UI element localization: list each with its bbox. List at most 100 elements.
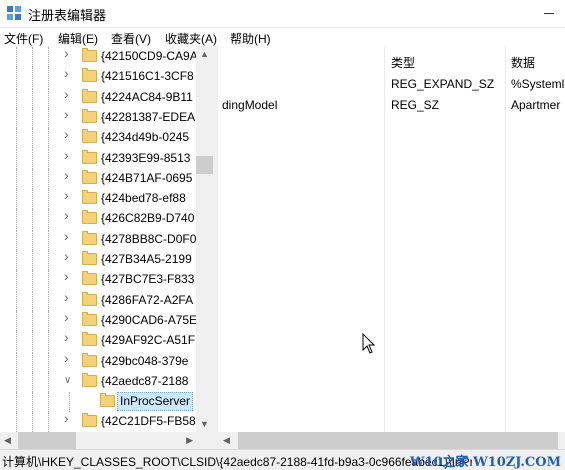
minimize-button[interactable] [519, 0, 565, 27]
tree-node[interactable]: › {427B34A5-2199 [0, 249, 196, 270]
tree-guide-line [48, 270, 50, 290]
value-type[interactable]: REG_EXPAND_SZ [391, 77, 494, 91]
tree-guide-line [16, 47, 18, 67]
tree-node[interactable]: › {429AF92C-A51F [0, 330, 196, 351]
tree-guide-line [32, 392, 34, 412]
scroll-left-icon[interactable]: ◀ [4, 435, 11, 446]
menu-favorites[interactable]: 收藏夹(A) [165, 30, 217, 47]
tree-guide-line [16, 372, 18, 392]
tree-horizontal-scrollbar[interactable]: ◀ ▶ [0, 432, 213, 449]
chevron-right-icon[interactable]: › [64, 269, 74, 283]
value-data[interactable]: %Systeml [511, 77, 564, 91]
title-bar[interactable]: 注册表编辑器 [0, 0, 565, 28]
column-divider[interactable] [505, 46, 506, 432]
menu-file[interactable]: 文件(F) [4, 30, 43, 47]
tree-node-label: {424B71AF-0695 [101, 171, 193, 185]
tree-node[interactable]: › {42150CD9-CA9A [0, 46, 196, 67]
chevron-right-icon[interactable]: › [64, 330, 74, 344]
tree-node[interactable]: › {4224AC84-9B11 [0, 87, 196, 108]
tree-guide-line [16, 331, 18, 351]
tree-node[interactable]: › {429bc048-379e [0, 351, 196, 372]
minimize-icon [544, 13, 554, 14]
chevron-down-icon[interactable]: ∨ [64, 376, 74, 386]
folder-icon [82, 332, 97, 346]
tree-node-label: {427B34A5-2199 [101, 252, 192, 266]
tree-node[interactable]: › {4286FA72-A2FA [0, 290, 196, 311]
tree-guide-line [48, 108, 50, 128]
tree-guide-line [32, 108, 34, 128]
tree-node[interactable]: › {42281387-EDEA [0, 107, 196, 128]
tree-node-label: {42150CD9-CA9A [101, 49, 196, 63]
scroll-left-icon[interactable]: ◀ [223, 435, 230, 446]
tree-horizontal-scroll-thumb[interactable] [18, 432, 76, 449]
tree-node[interactable]: › {424B71AF-0695 [0, 168, 196, 189]
chevron-right-icon[interactable]: › [64, 351, 74, 365]
tree-vertical-scrollbar[interactable]: ▲ ▼ [196, 46, 213, 432]
chevron-right-icon[interactable]: › [64, 148, 74, 162]
tree-node-label: {42aedc87-2188 [101, 374, 189, 388]
tree-node[interactable]: › {4278BB8C-D0F0 [0, 229, 196, 250]
scroll-down-icon[interactable]: ▼ [200, 419, 209, 429]
tree-node[interactable]: › {424bed78-ef88 [0, 188, 196, 209]
values-horizontal-scroll-thumb[interactable] [238, 432, 558, 449]
registry-tree[interactable]: › {42150CD9-CA9A › {421516C1-3CF8 › {4224AC84… [0, 46, 213, 432]
tree-node[interactable]: › {42C21DF5-FB58 [0, 411, 196, 432]
tree-node[interactable]: › {4234d49b-0245 [0, 127, 196, 148]
tree-guide-line [32, 352, 34, 372]
regedit-app-icon [7, 6, 21, 20]
folder-icon [82, 190, 97, 204]
menu-view[interactable]: 查看(V) [111, 30, 151, 47]
tree-guide-line [16, 88, 18, 108]
tree-guide-line [16, 169, 18, 189]
scroll-up-icon[interactable]: ▲ [200, 49, 209, 59]
chevron-right-icon[interactable]: › [64, 66, 74, 80]
chevron-right-icon[interactable]: › [64, 290, 74, 304]
status-path: 计算机\HKEY_CLASSES_ROOT\CLSID\{42aedc87-21… [2, 455, 472, 469]
chevron-right-icon[interactable]: › [64, 208, 74, 222]
tree-node[interactable]: › {426C82B9-D740 [0, 208, 196, 229]
chevron-right-icon[interactable]: › [64, 310, 74, 324]
tree-guide-line [32, 270, 34, 290]
tree-node[interactable]: › {42393E99-8513 [0, 148, 196, 169]
tree-guide-line [32, 311, 34, 331]
tree-guide-line [32, 372, 34, 392]
tree-guide-line [32, 189, 34, 209]
folder-icon [82, 170, 97, 184]
tree-guide-line [48, 189, 50, 209]
chevron-right-icon[interactable]: › [64, 411, 74, 425]
scroll-right-icon[interactable]: ▶ [186, 435, 193, 446]
tree-node-selected[interactable]: InProcServer [0, 392, 196, 412]
chevron-right-icon[interactable]: › [64, 127, 74, 141]
chevron-right-icon[interactable]: › [64, 168, 74, 182]
folder-icon [82, 210, 97, 224]
window-title: 注册表编辑器 [28, 8, 107, 23]
tree-node[interactable]: › {427BC7E3-F833 [0, 269, 196, 290]
value-type[interactable]: REG_SZ [391, 98, 439, 112]
chevron-right-icon[interactable]: › [64, 188, 74, 202]
folder-icon [82, 109, 97, 123]
menu-help[interactable]: 帮助(H) [230, 30, 271, 47]
tree-node[interactable]: › {421516C1-3CF8 [0, 66, 196, 87]
column-divider[interactable] [384, 46, 385, 432]
folder-icon [82, 48, 97, 62]
tree-guide-line [32, 88, 34, 108]
chevron-right-icon[interactable]: › [64, 87, 74, 101]
column-header-type[interactable]: 类型 [391, 54, 415, 71]
chevron-right-icon[interactable]: › [64, 249, 74, 263]
tree-guide-line [32, 331, 34, 351]
column-header-data[interactable]: 数据 [511, 54, 535, 71]
tree-vertical-scroll-thumb[interactable] [196, 156, 213, 174]
tree-guide-line [48, 352, 50, 372]
tree-guide-line [16, 311, 18, 331]
values-horizontal-scrollbar[interactable]: ◀ [218, 432, 565, 449]
tree-node[interactable]: ∨ {42aedc87-2188 [0, 372, 196, 392]
values-list[interactable]: 类型 数据 REG_EXPAND_SZ %Systeml dingModel R… [218, 46, 565, 432]
tree-node[interactable]: › {4290CAD6-A75E [0, 310, 196, 331]
value-name[interactable]: dingModel [222, 98, 277, 112]
menu-edit[interactable]: 编辑(E) [58, 30, 98, 47]
chevron-right-icon[interactable]: › [64, 46, 74, 60]
value-data[interactable]: Apartmer [511, 98, 560, 112]
folder-icon [82, 312, 97, 326]
chevron-right-icon[interactable]: › [64, 229, 74, 243]
chevron-right-icon[interactable]: › [64, 107, 74, 121]
